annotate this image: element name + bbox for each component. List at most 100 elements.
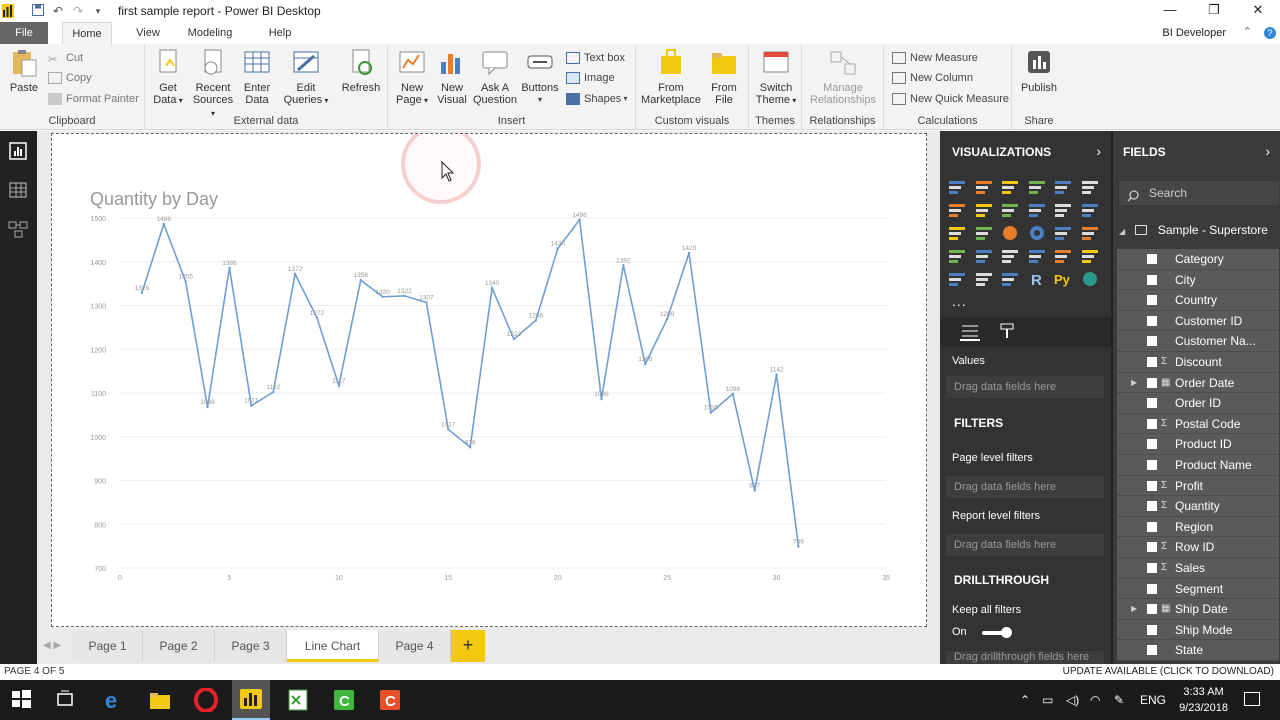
- file-explorer-icon[interactable]: [148, 688, 172, 712]
- save-icon[interactable]: [28, 3, 48, 19]
- collapse-ribbon-icon[interactable]: ⌃: [1243, 25, 1252, 38]
- chevron-right-icon[interactable]: ›: [1096, 143, 1101, 159]
- field-item[interactable]: ▶ ▦ Ship Date: [1117, 599, 1279, 620]
- waterfall-icon[interactable]: [948, 225, 966, 241]
- field-checkbox[interactable]: [1147, 295, 1157, 306]
- page-filters-drop-zone[interactable]: Drag data fields here: [946, 476, 1104, 498]
- stacked-area-icon[interactable]: [1001, 202, 1019, 218]
- card-icon[interactable]: [1028, 248, 1046, 264]
- collapse-arrow-icon[interactable]: ◢: [1119, 227, 1125, 236]
- field-item[interactable]: Customer Na...: [1117, 331, 1279, 352]
- field-item[interactable]: Ship Mode: [1117, 619, 1279, 641]
- line-chart-icon[interactable]: [948, 202, 966, 218]
- data-view-icon[interactable]: [8, 180, 28, 200]
- values-drop-zone[interactable]: Drag data fields here: [946, 376, 1104, 398]
- tab-help[interactable]: Help: [262, 22, 298, 44]
- cut-button[interactable]: ✂ Cut: [48, 50, 83, 66]
- 100-column-icon[interactable]: [1081, 179, 1099, 195]
- field-item[interactable]: Country: [1117, 290, 1279, 311]
- line-stacked-column-icon[interactable]: [1054, 202, 1072, 218]
- camtasia-recorder-icon[interactable]: C: [378, 688, 402, 712]
- field-checkbox[interactable]: [1147, 645, 1157, 656]
- area-chart-icon[interactable]: [975, 202, 993, 218]
- line-column-icon[interactable]: [1028, 202, 1046, 218]
- field-checkbox[interactable]: [1147, 274, 1157, 285]
- from-marketplace-button[interactable]: From Marketplace: [640, 48, 702, 106]
- ask-question-button[interactable]: Ask A Question: [472, 48, 518, 106]
- expand-arrow-icon[interactable]: ▶: [1131, 373, 1137, 394]
- field-checkbox[interactable]: [1147, 459, 1157, 470]
- field-item[interactable]: Σ Row ID: [1117, 537, 1279, 558]
- field-checkbox[interactable]: [1147, 521, 1157, 532]
- slicer-icon[interactable]: [948, 271, 966, 287]
- page-tab-3[interactable]: Page 3: [215, 630, 287, 662]
- table-icon[interactable]: [975, 271, 993, 287]
- excel-icon[interactable]: [286, 688, 310, 712]
- filled-map-icon[interactable]: [948, 248, 966, 264]
- tab-view[interactable]: View: [128, 22, 168, 44]
- tab-home[interactable]: Home: [62, 22, 112, 44]
- enter-data-button[interactable]: Enter Data: [239, 48, 275, 106]
- add-page-button[interactable]: +: [451, 630, 485, 662]
- edit-queries-button[interactable]: Edit Queries ▾: [283, 48, 329, 107]
- python-visual-icon[interactable]: Py: [1054, 271, 1072, 287]
- field-item[interactable]: Σ Postal Code: [1117, 413, 1279, 435]
- camtasia-green-icon[interactable]: C: [332, 688, 356, 712]
- multi-row-card-icon[interactable]: [1054, 248, 1072, 264]
- manage-relationships-button[interactable]: Manage Relationships: [806, 48, 880, 106]
- page-nav-arrows-icon[interactable]: ◀ ▶: [43, 630, 61, 662]
- treemap-icon[interactable]: [1054, 225, 1072, 241]
- undo-icon[interactable]: ↶: [48, 4, 68, 18]
- gauge-icon[interactable]: [1001, 248, 1019, 264]
- close-icon[interactable]: ✕: [1236, 0, 1280, 20]
- powerbi-taskbar-icon[interactable]: [232, 680, 270, 720]
- line-chart[interactable]: Quantity by Day 700 800 900 1000 1100 1200 130…: [52, 124, 926, 626]
- update-available-link[interactable]: UPDATE AVAILABLE (CLICK TO DOWNLOAD): [1063, 664, 1274, 680]
- field-item[interactable]: Product ID: [1117, 434, 1279, 455]
- new-column-button[interactable]: New Column: [892, 70, 973, 86]
- field-checkbox[interactable]: [1147, 542, 1157, 553]
- field-item[interactable]: Customer ID: [1117, 310, 1279, 332]
- copy-button[interactable]: Copy: [48, 70, 92, 86]
- field-item[interactable]: ▶ ▦ Order Date: [1117, 372, 1279, 394]
- field-checkbox[interactable]: [1147, 315, 1157, 326]
- donut-chart-icon[interactable]: [1028, 225, 1046, 241]
- format-painter-button[interactable]: Format Painter: [48, 91, 139, 107]
- report-view-icon[interactable]: [8, 141, 28, 161]
- pen-icon[interactable]: ✎: [1114, 680, 1124, 720]
- new-page-button[interactable]: New Page ▾: [392, 48, 432, 107]
- language-indicator[interactable]: ENG: [1140, 680, 1166, 720]
- field-checkbox[interactable]: [1147, 398, 1157, 409]
- page-tab-4[interactable]: Page 4: [379, 630, 451, 662]
- field-item[interactable]: Σ Profit: [1117, 475, 1279, 497]
- paste-button[interactable]: Paste: [6, 48, 42, 94]
- expand-arrow-icon[interactable]: ▶: [1131, 599, 1137, 620]
- edge-browser-icon[interactable]: e: [102, 688, 126, 713]
- field-item[interactable]: Σ Discount: [1117, 351, 1279, 373]
- field-checkbox[interactable]: [1147, 254, 1157, 264]
- redo-icon[interactable]: ↷: [68, 4, 88, 18]
- funnel-icon[interactable]: [975, 248, 993, 264]
- publish-button[interactable]: Publish: [1018, 48, 1060, 94]
- field-item[interactable]: Segment: [1117, 578, 1279, 600]
- opera-browser-icon[interactable]: [194, 687, 218, 713]
- format-paint-roller-icon[interactable]: [998, 323, 1018, 341]
- battery-icon[interactable]: ▭: [1042, 680, 1053, 720]
- report-filters-drop-zone[interactable]: Drag data fields here: [946, 534, 1104, 556]
- task-view-icon[interactable]: [54, 688, 78, 712]
- matrix-icon[interactable]: [1001, 271, 1019, 287]
- table-node[interactable]: ◢ Sample - Superstore: [1119, 223, 1268, 237]
- clustered-bar-icon[interactable]: [1001, 179, 1019, 195]
- field-item[interactable]: Σ Quantity: [1117, 496, 1279, 517]
- windows-start-icon[interactable]: [10, 688, 34, 712]
- maximize-icon[interactable]: ❐: [1192, 0, 1236, 20]
- field-item[interactable]: Σ Sales: [1117, 557, 1279, 579]
- fields-search-input[interactable]: Search: [1119, 181, 1279, 205]
- field-checkbox[interactable]: [1147, 356, 1157, 367]
- field-checkbox[interactable]: [1147, 480, 1157, 491]
- new-quick-measure-button[interactable]: New Quick Measure: [892, 91, 1009, 107]
- clustered-column-icon[interactable]: [1028, 179, 1046, 195]
- field-checkbox[interactable]: [1147, 562, 1157, 573]
- more-visuals-icon[interactable]: ...: [952, 293, 967, 309]
- field-item[interactable]: State: [1117, 640, 1279, 661]
